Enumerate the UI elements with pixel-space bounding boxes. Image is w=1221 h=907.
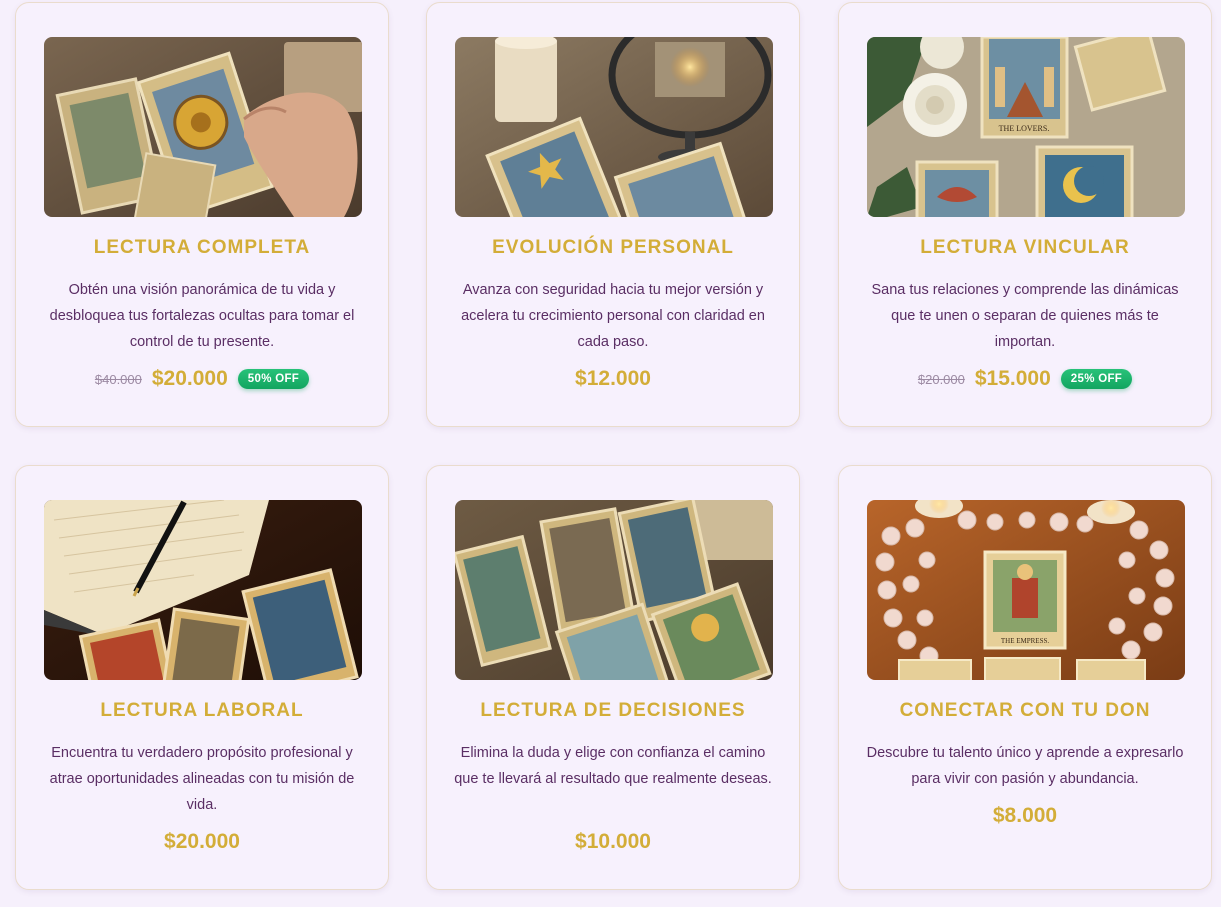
card-image: THE EMPRESS.	[867, 500, 1185, 680]
price-row: $12.000	[427, 367, 799, 391]
price: $12.000	[575, 367, 651, 390]
price-row: $40.000 $20.000 50% OFF	[16, 367, 388, 391]
service-card-lectura-vincular[interactable]: THE LOVERS. LECTURA VINCULAR Sana tus re…	[838, 2, 1212, 427]
price-row: $20.000	[16, 830, 388, 854]
discount-badge: 25% OFF	[1060, 369, 1133, 389]
service-card-lectura-completa[interactable]: LECTURA COMPLETA Obtén una visión panorá…	[15, 2, 389, 427]
card-description: Sana tus relaciones y comprende las diná…	[871, 282, 1179, 350]
card-title: LECTURA DE DECISIONES	[480, 700, 746, 721]
card-title: CONECTAR CON TU DON	[899, 700, 1151, 721]
card-title: LECTURA LABORAL	[100, 700, 304, 721]
card-title: EVOLUCIÓN PERSONAL	[492, 237, 734, 258]
card-caption: THE EMPRESS.	[1001, 637, 1049, 645]
service-card-lectura-laboral[interactable]: LECTURA LABORAL Encuentra tu verdadero p…	[15, 465, 389, 890]
price: $10.000	[575, 830, 651, 853]
price: $20.000	[151, 367, 228, 390]
price-row: $20.000 $15.000 25% OFF	[839, 367, 1211, 391]
card-description: Encuentra tu verdadero propósito profesi…	[49, 745, 355, 813]
card-image: THE LOVERS.	[867, 37, 1185, 217]
price-row: $10.000	[427, 830, 799, 854]
price-row: $8.000	[839, 804, 1211, 828]
price: $15.000	[974, 367, 1051, 390]
card-image	[44, 37, 362, 217]
card-description: Obtén una visión panorámica de tu vida y…	[49, 282, 355, 350]
old-price: $40.000	[94, 371, 142, 387]
discount-badge: 50% OFF	[237, 369, 310, 389]
card-description: Avanza con seguridad hacia tu mejor vers…	[461, 282, 765, 350]
service-card-conectar-con-tu-don[interactable]: THE EMPRESS. CONECTAR CON TU DON Descubr…	[838, 465, 1212, 890]
price: $20.000	[164, 830, 240, 853]
card-description: Descubre tu talento único y aprende a ex…	[866, 745, 1184, 787]
card-caption: THE LOVERS.	[999, 124, 1050, 133]
service-card-lectura-de-decisiones[interactable]: LECTURA DE DECISIONES Elimina la duda y …	[426, 465, 800, 890]
service-card-evolucion-personal[interactable]: EVOLUCIÓN PERSONAL Avanza con seguridad …	[426, 2, 800, 427]
card-image	[455, 37, 773, 217]
card-image	[44, 500, 362, 680]
card-title: LECTURA VINCULAR	[920, 237, 1130, 258]
price: $8.000	[992, 804, 1058, 827]
card-description: Elimina la duda y elige con confianza el…	[454, 745, 772, 787]
card-title: LECTURA COMPLETA	[93, 237, 311, 258]
old-price: $20.000	[917, 371, 965, 387]
card-image	[455, 500, 773, 680]
